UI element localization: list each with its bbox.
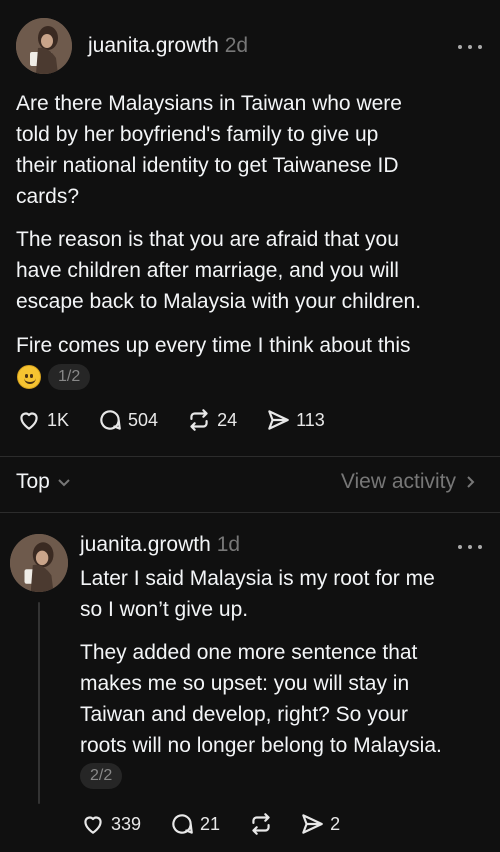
repost-button[interactable]: 24 [186,407,237,433]
repost-icon [190,409,208,431]
repost-count: 24 [217,409,238,430]
reply-username[interactable]: juanita.growth 1d [80,533,240,557]
heart-icon [20,412,38,430]
comment-bubble-icon [172,814,193,834]
reply-paragraph-1: Later I said Malaysia is my root for me … [80,567,435,621]
post-paragraph-1: Are there Malaysians in Taiwan who were … [16,92,402,208]
like-button[interactable]: 339 [80,811,141,837]
like-count: 1K [47,409,70,430]
reply-actions: 339 21 2 [80,811,368,837]
username-text[interactable]: juanita.growth [88,34,219,57]
view-activity-link[interactable]: View activity [341,470,478,494]
username-text[interactable]: juanita.growth [80,533,211,556]
post-avatar[interactable] [16,18,72,74]
like-button[interactable]: 1K [16,407,69,433]
heart-icon [84,816,102,834]
post-actions: 1K 504 24 113 [16,407,353,433]
reply-more-icon[interactable] [458,542,482,552]
post-username[interactable]: juanita.growth 2d [88,34,248,58]
page-indicator: 2/2 [80,763,123,789]
comment-bubble-icon [100,410,121,430]
view-activity-label[interactable]: View activity [341,470,456,494]
chevron-down-icon [58,479,70,487]
reply-time: 1d [216,533,241,556]
reply-count: 504 [128,409,159,430]
post-paragraph-2: The reason is that you are afraid that y… [16,228,422,313]
post-paragraph-3: Fire comes up every time I think about t… [16,334,411,357]
avatar-image [10,534,68,592]
post-more-icon[interactable] [458,42,482,52]
reply-paragraph-2: They added one more sentence that makes … [80,641,442,757]
like-count: 339 [111,813,142,834]
repost-button[interactable] [248,811,279,837]
share-count: 2 [330,813,341,834]
divider [0,512,500,513]
repost-icon [252,813,270,835]
reply-button[interactable]: 504 [97,407,158,433]
page-indicator: 1/2 [48,364,91,390]
divider [0,456,500,457]
sort-label[interactable]: Top [16,470,50,494]
send-icon [302,814,323,834]
reply-avatar[interactable] [10,534,68,592]
thread-line [38,602,40,804]
share-count: 113 [296,409,325,430]
chevron-right-icon [467,476,475,488]
reply-count: 21 [200,813,221,834]
sort-dropdown[interactable]: Top [16,470,72,494]
reply-button[interactable]: 21 [169,811,220,837]
share-button[interactable]: 2 [299,811,340,837]
avatar-image [16,18,72,74]
post-time: 2d [224,34,249,57]
smiling-face-icon [17,365,41,389]
send-icon [268,410,289,430]
share-button[interactable]: 113 [265,407,325,433]
